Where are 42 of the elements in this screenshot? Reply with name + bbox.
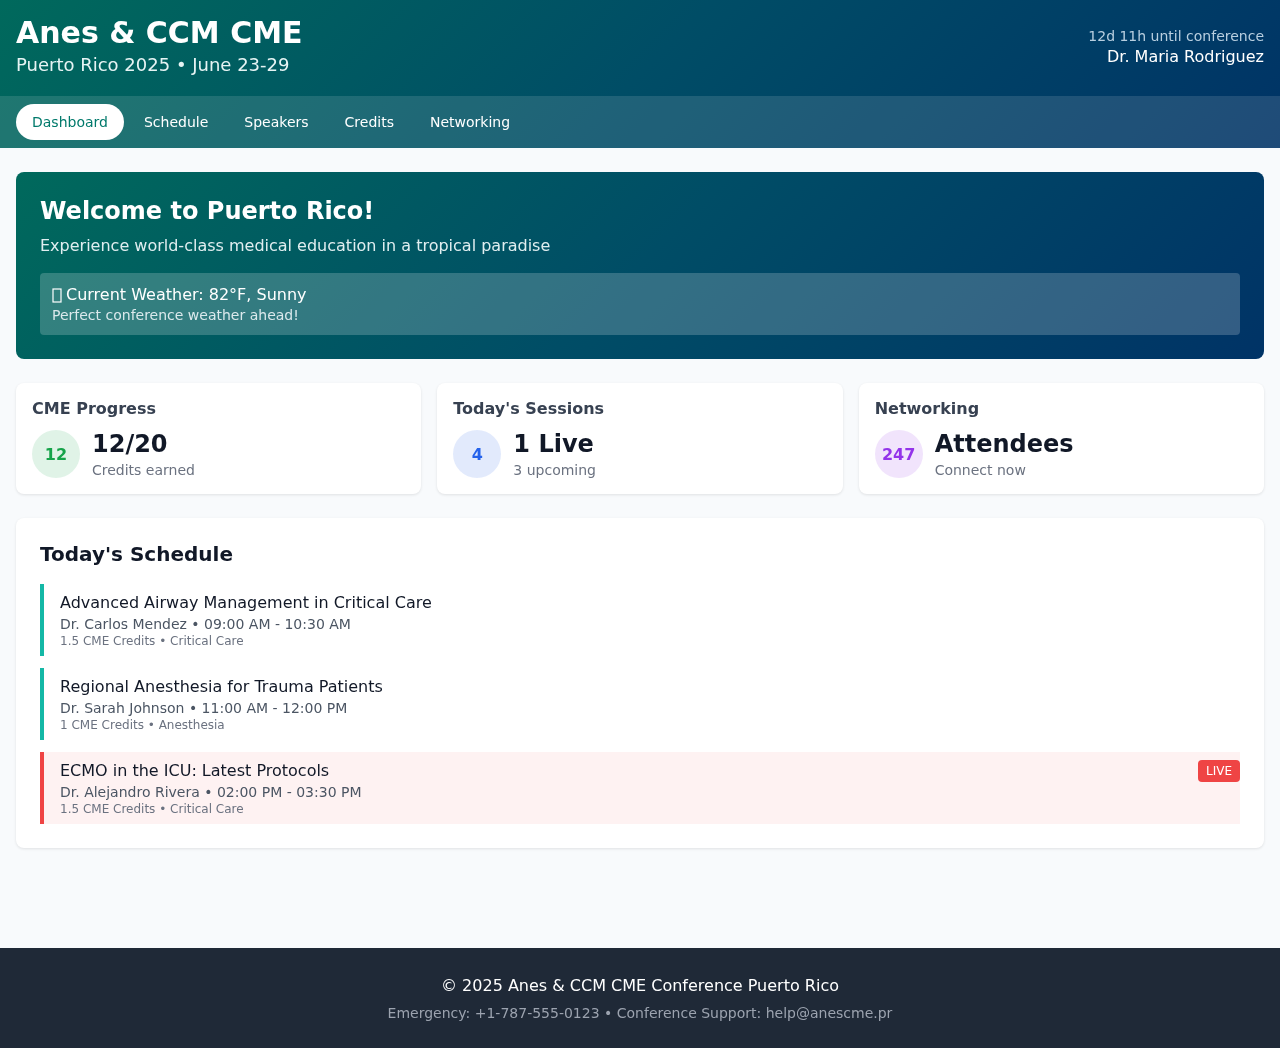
session-item[interactable]: ECMO in the ICU: Latest Protocols Dr. Alejandro Rivera • 02:00 PM - 03:30 PM 1.5 CME Credits • Critical Care LIVE: [40, 752, 1240, 824]
stat-title: CME Progress: [32, 399, 157, 418]
session-speaker: Dr. Alejandro Rivera • 02:00 PM - 03:30 PM: [60, 784, 362, 800]
session-details: 1 CME Credits • Anesthesia: [60, 718, 225, 732]
session-item[interactable]: Regional Anesthesia for Trauma Patients Dr. Sarah Johnson • 11:00 AM - 12:00 PM 1 CME Credits • Anesthesia: [40, 668, 1240, 740]
session-speaker: Dr. Carlos Mendez • 09:00 AM - 10:30 AM: [60, 616, 351, 632]
session-title: Advanced Airway Management in Critical Care: [60, 592, 432, 614]
stat-count: 247: [881, 444, 916, 464]
session-item[interactable]: Advanced Airway Management in Critical Care Dr. Carlos Mendez • 09:00 AM - 10:30 AM 1.5 CME Credits • Critical Care: [40, 584, 1240, 656]
app-subtitle: Puerto Rico 2025 • June 23-29: [16, 53, 291, 77]
stat-caption: 3 upcoming: [513, 462, 596, 478]
nav-tab[interactable]: Speakers: [228, 104, 325, 140]
countdown-text: 12d 11h until conference: [1088, 27, 1264, 46]
weather-note: Perfect conference weather ahead!: [52, 307, 300, 323]
weather-text: Current Weather: 82°F, Sunny: [66, 285, 307, 304]
stat-value: 12/20: [92, 430, 169, 458]
session-title: ECMO in the ICU: Latest Protocols: [60, 760, 330, 782]
stat-count: 12: [44, 444, 68, 464]
session-details: 1.5 CME Credits • Critical Care: [60, 802, 244, 816]
session-details: 1.5 CME Credits • Critical Care: [60, 634, 244, 648]
stat-value: Attendees: [934, 430, 1074, 458]
live-badge: LIVE: [1198, 760, 1240, 782]
session-speaker: Dr. Sarah Johnson • 11:00 AM - 12:00 PM: [60, 700, 348, 716]
session-title: Regional Anesthesia for Trauma Patients: [60, 676, 383, 698]
schedule-title: Today's Schedule: [40, 542, 234, 566]
welcome-text: Experience world-class medical education in a tropical paradise: [40, 236, 552, 255]
nav-tab[interactable]: Networking: [413, 104, 527, 140]
stat-title: Networking: [874, 399, 981, 418]
stat-caption: Connect now: [934, 462, 1027, 478]
missing-glyph-icon: [52, 286, 62, 303]
nav-tab[interactable]: Credits: [328, 104, 410, 140]
user-name: Dr. Maria Rodriguez: [1105, 46, 1264, 68]
welcome-title: Welcome to Puerto Rico!: [40, 196, 376, 226]
contact-text: Emergency: +1-787-555-0123 • Conference Support: help@anescme.pr: [387, 1004, 893, 1021]
nav-tab[interactable]: Schedule: [127, 104, 225, 140]
app-title: Anes & CCM CME: [16, 14, 303, 52]
nav-tab[interactable]: Dashboard: [16, 104, 124, 140]
stat-title: Today's Sessions: [453, 399, 606, 418]
stat-count: 4: [471, 444, 483, 464]
stat-caption: Credits earned: [92, 462, 195, 478]
stat-value: 1 Live: [513, 430, 595, 458]
copyright-text: © 2025 Anes & CCM CME Conference Puerto Rico: [441, 975, 839, 995]
